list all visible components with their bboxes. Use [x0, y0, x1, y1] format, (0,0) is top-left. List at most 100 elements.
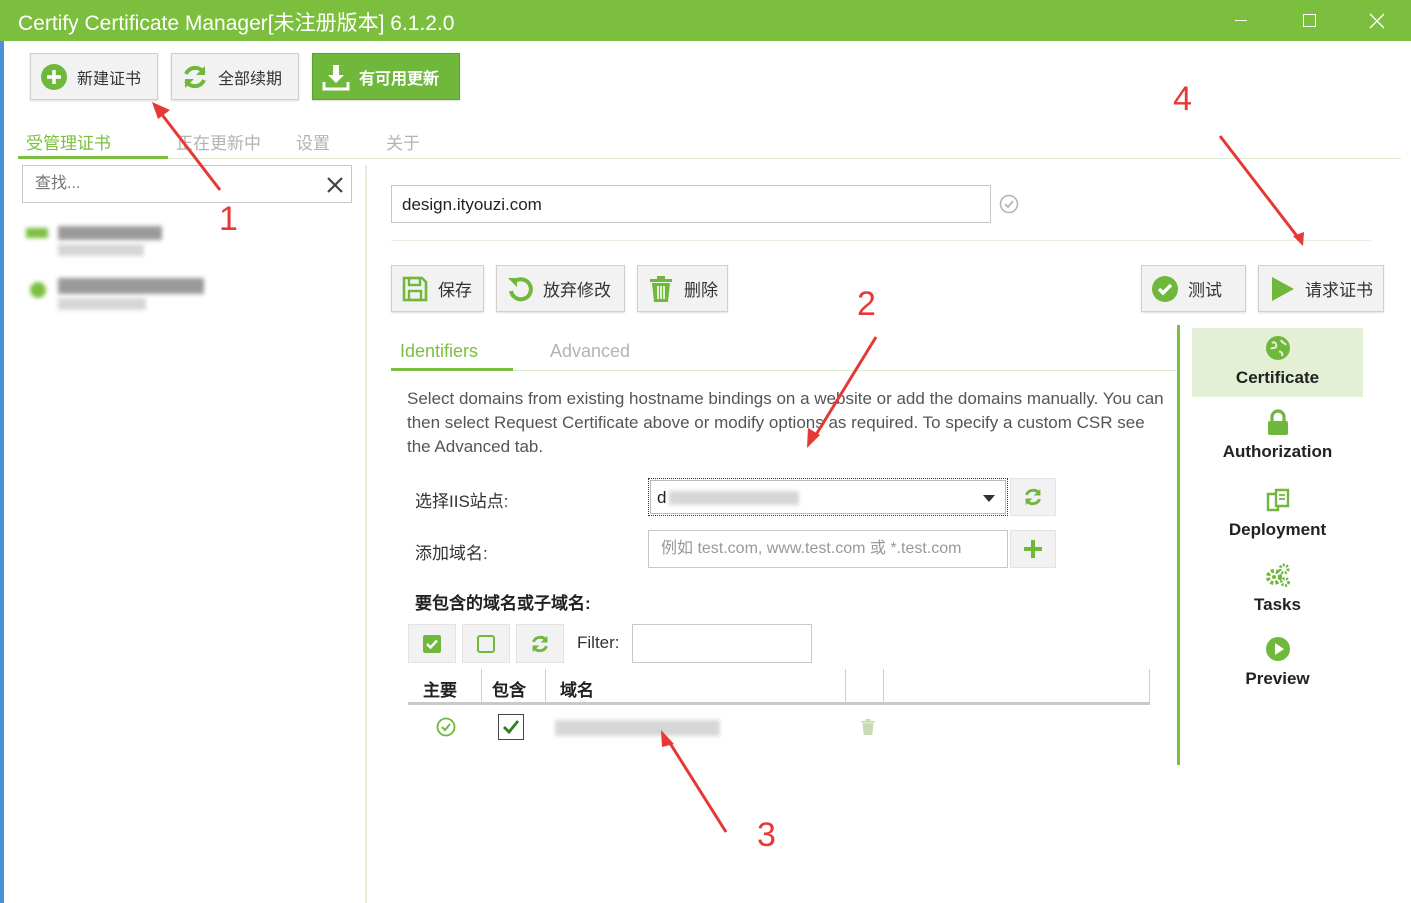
refresh-icon: [532, 635, 548, 652]
site-label: 选择IIS站点:: [415, 492, 509, 511]
discard-label: 放弃修改: [543, 281, 611, 300]
window-title: Certify Certificate Manager[未注册版本] 6.1.2…: [18, 12, 455, 35]
maximize-icon: [1302, 14, 1316, 27]
add-domain-field: [648, 530, 1008, 568]
tab-in-progress[interactable]: 正在更新中: [176, 129, 261, 154]
rail-certificate[interactable]: Certificate: [1192, 328, 1363, 397]
copy-icon: [1266, 488, 1289, 512]
refresh-icon: [1025, 488, 1041, 506]
save-button[interactable]: 保存: [391, 265, 484, 312]
plus-circle-icon: [39, 62, 69, 92]
certificate-name-field[interactable]: design.ityouzi.com: [391, 185, 991, 223]
checkbox-empty-icon: [477, 634, 495, 653]
annotation-2: 2: [857, 285, 876, 323]
rail-deployment[interactable]: Deployment: [1192, 486, 1363, 544]
test-label: 测试: [1188, 281, 1222, 300]
save-label: 保存: [438, 281, 472, 300]
checkbox-checked-icon: [423, 634, 441, 653]
minimize-button[interactable]: [1218, 0, 1264, 41]
iis-site-select[interactable]: d: [648, 478, 1008, 516]
add-domain-label: 添加域名:: [415, 544, 488, 563]
primary-check-icon[interactable]: [436, 717, 456, 737]
tab-advanced[interactable]: Advanced: [550, 341, 630, 362]
window-left-border: [0, 41, 4, 903]
rail-label: Tasks: [1254, 595, 1301, 614]
test-button[interactable]: 测试: [1141, 265, 1246, 312]
undo-icon: [505, 274, 535, 304]
search-input[interactable]: [23, 166, 313, 202]
chevron-down-icon: [983, 495, 995, 502]
checkmark-icon: [503, 720, 520, 735]
identifiers-description: Select domains from existing hostname bi…: [407, 389, 1164, 456]
discard-changes-button[interactable]: 放弃修改: [496, 265, 625, 312]
maximize-button[interactable]: [1286, 0, 1332, 41]
add-domain-button[interactable]: [1010, 530, 1056, 568]
filter-input[interactable]: [633, 625, 811, 662]
refresh-domains-button[interactable]: [516, 624, 564, 663]
column-domain: 域名: [560, 681, 594, 700]
rail-label: Deployment: [1228, 520, 1327, 539]
trash-icon: [646, 274, 676, 304]
request-certificate-button[interactable]: 请求证书: [1258, 265, 1384, 312]
globe-icon: [1265, 336, 1290, 360]
check-circle-icon: [999, 194, 1019, 214]
request-certificate-label: 请求证书: [1305, 281, 1373, 300]
save-icon: [400, 274, 430, 304]
main-tabs: 受管理证书 正在更新中 设置 关于: [18, 125, 1401, 159]
lock-icon: [1267, 409, 1288, 435]
new-certificate-label: 新建证书: [77, 70, 142, 88]
filter-field: [632, 624, 812, 663]
domains-grid-header: 主要 包含 域名: [408, 669, 1150, 705]
include-checkbox[interactable]: [498, 714, 524, 740]
tab-identifiers[interactable]: Identifiers: [400, 341, 478, 362]
column-include: 包含: [492, 681, 526, 700]
domain-cell: [555, 720, 720, 736]
tab-about[interactable]: 关于: [386, 129, 420, 154]
renew-all-button[interactable]: 全部续期: [171, 53, 299, 100]
list-item[interactable]: [24, 222, 214, 262]
tab-settings[interactable]: 设置: [296, 129, 330, 154]
included-domains-title: 要包含的域名或子域名:: [415, 594, 591, 613]
add-domain-input[interactable]: [649, 531, 1007, 567]
plus-icon: [1024, 540, 1042, 558]
clear-search-icon[interactable]: [325, 175, 345, 195]
header-divider: [391, 240, 1371, 241]
select-none-button[interactable]: [462, 624, 510, 663]
update-available-button[interactable]: 有可用更新: [312, 53, 460, 100]
panel-divider: [365, 165, 367, 903]
rail-authorization[interactable]: Authorization: [1192, 408, 1363, 468]
gears-icon: [1265, 563, 1290, 587]
tab-managed-certificates[interactable]: 受管理证书: [26, 129, 111, 154]
list-item[interactable]: [24, 274, 214, 314]
certificate-search: [22, 165, 352, 203]
identifier-tabs: Identifiers Advanced: [391, 337, 1176, 371]
title-bar: Certify Certificate Manager[未注册版本] 6.1.2…: [0, 0, 1411, 41]
rail-tasks[interactable]: Tasks: [1192, 561, 1363, 617]
active-subtab-indicator: [391, 368, 513, 371]
close-icon: [1369, 13, 1385, 28]
new-certificate-button[interactable]: 新建证书: [30, 53, 158, 100]
filter-label: Filter:: [577, 633, 620, 652]
refresh-sites-button[interactable]: [1010, 478, 1056, 516]
renew-all-label: 全部续期: [218, 70, 283, 88]
check-circle-icon: [1150, 274, 1180, 304]
select-all-button[interactable]: [408, 624, 456, 663]
annotation-1: 1: [219, 200, 238, 238]
play-icon: [1267, 274, 1297, 304]
minimize-icon: [1235, 20, 1247, 21]
section-rail: [1177, 325, 1180, 765]
rail-preview[interactable]: Preview: [1192, 635, 1363, 691]
update-available-label: 有可用更新: [359, 70, 440, 88]
annotation-4: 4: [1173, 80, 1192, 118]
close-button[interactable]: [1354, 0, 1400, 41]
site-select-value: d: [657, 488, 667, 507]
rail-label: Preview: [1245, 669, 1310, 688]
download-icon: [321, 62, 351, 92]
column-primary: 主要: [423, 681, 457, 700]
refresh-icon: [180, 62, 210, 92]
delete-button[interactable]: 删除: [637, 265, 728, 312]
trash-icon[interactable]: [860, 718, 876, 736]
annotation-3: 3: [757, 816, 776, 854]
play-circle-icon: [1265, 637, 1290, 661]
delete-label: 删除: [684, 281, 718, 300]
